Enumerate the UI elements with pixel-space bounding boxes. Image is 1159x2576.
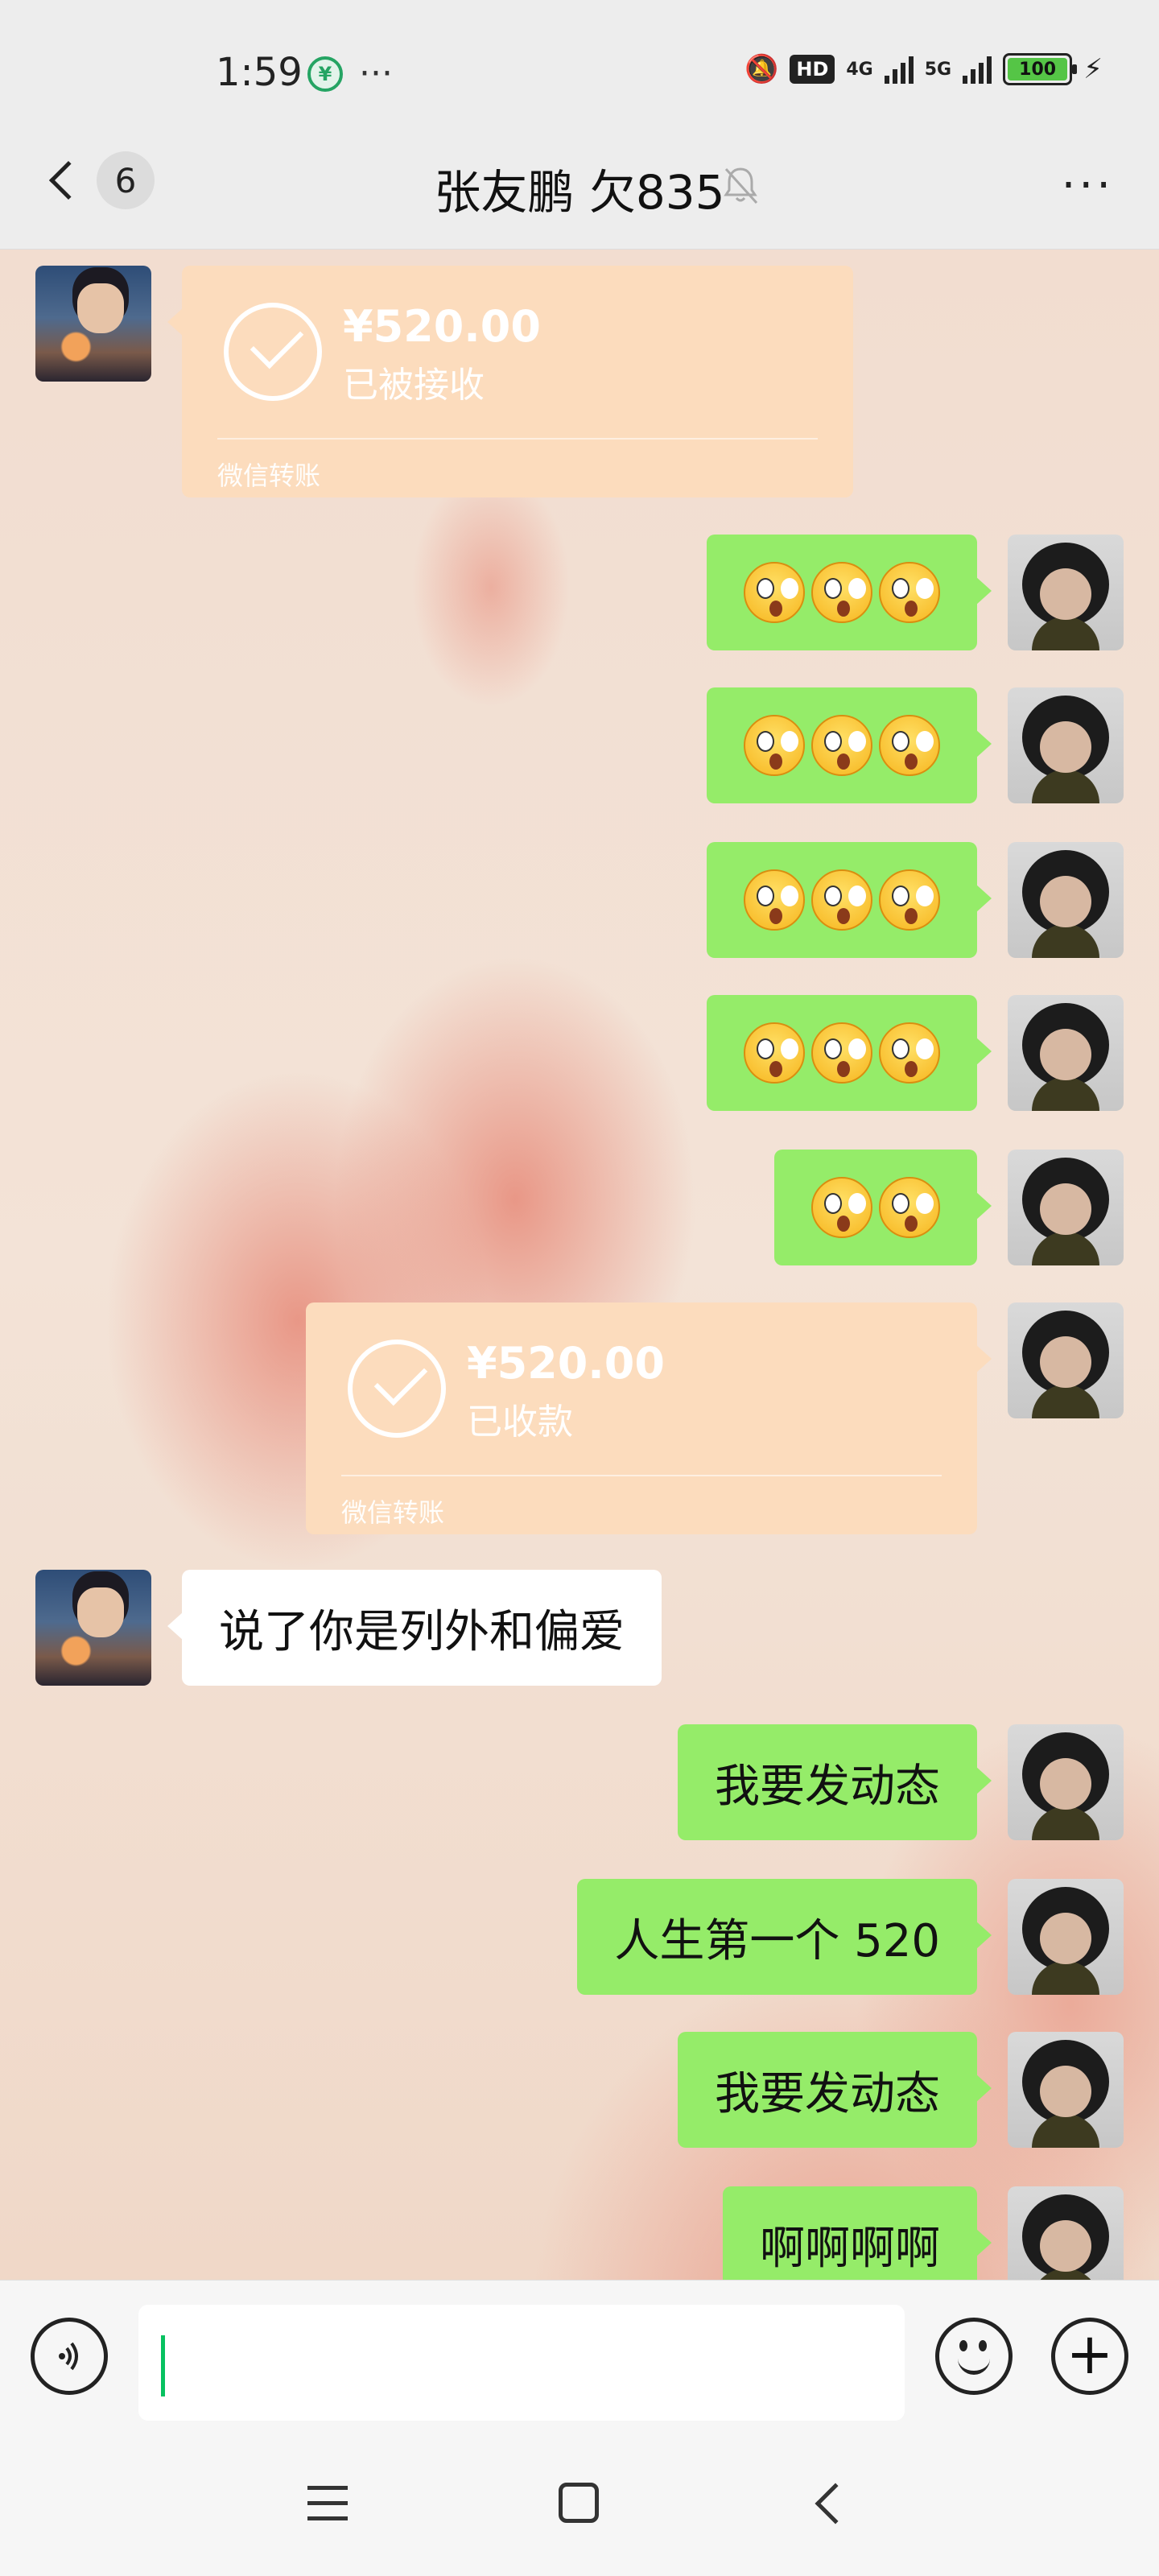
text-message-sent[interactable]: 啊啊啊啊 [723,2186,992,2280]
status-right-icons: 🔕 HD 4G 5G 100 ⚡ [744,53,1103,85]
transfer-divider [341,1475,942,1476]
emoji-message[interactable] [707,995,992,1111]
menu-icon[interactable] [307,2486,348,2521]
system-navigation-bar [0,2433,1159,2576]
my-avatar[interactable] [1008,1150,1124,1265]
shocked-face-icon [879,715,940,776]
my-avatar[interactable] [1008,842,1124,958]
transfer-divider [217,438,818,440]
shocked-face-icon [744,562,805,623]
more-options-button[interactable]: ··· [1062,159,1114,212]
network-4g-label: 4G [846,59,873,80]
check-circle-icon [224,303,322,401]
charging-icon: ⚡ [1083,53,1103,85]
transfer-amount: ¥520.00 [467,1338,665,1389]
text-message-sent[interactable]: 我要发动态 [678,1724,992,1840]
transfer-card-sent[interactable]: ¥520.00 已收款 微信转账 [306,1302,992,1534]
contact-avatar[interactable] [35,1570,151,1686]
signal-icon [884,55,914,84]
contact-avatar[interactable] [35,266,151,382]
shocked-face-icon [811,1177,872,1238]
emoji-message[interactable] [707,535,992,650]
shocked-face-icon [744,1022,805,1084]
transfer-card-received[interactable]: ¥520.00 已被接收 微信转账 [167,266,853,497]
my-avatar[interactable] [1008,687,1124,803]
text-caret [161,2335,165,2396]
shocked-face-icon [811,869,872,931]
shocked-face-icon [879,869,940,931]
more-functions-button[interactable]: + [1051,2318,1128,2395]
chat-title: 张友鹏 欠835 [434,165,725,220]
transfer-status: 已被接收 [343,365,485,406]
transfer-amount: ¥520.00 [343,301,541,352]
shocked-face-icon [879,1022,940,1084]
smiley-icon [953,2335,995,2377]
emoji-message[interactable] [707,842,992,958]
shocked-face-icon [811,562,872,623]
check-circle-icon [348,1340,446,1438]
status-time: 1:59 [216,50,303,95]
my-avatar[interactable] [1008,1724,1124,1840]
home-icon[interactable] [559,2483,599,2523]
message-input[interactable] [138,2305,905,2421]
hd-icon: HD [790,55,835,84]
shocked-face-icon [811,1022,872,1084]
transfer-status: 已收款 [467,1402,573,1443]
emoji-button[interactable] [935,2318,1013,2395]
muted-bell-icon [724,167,758,204]
battery-level: 100 [1008,58,1068,80]
transfer-label: 微信转账 [341,1497,445,1528]
shocked-face-icon [879,562,940,623]
shocked-face-icon [879,1177,940,1238]
input-bar: + [0,2280,1159,2433]
my-avatar[interactable] [1008,1879,1124,1995]
more-notifications-icon: ··· [359,53,393,94]
network-5g-label: 5G [924,59,952,80]
mute-vibrate-icon: 🔕 [744,53,779,85]
emoji-message[interactable] [774,1150,992,1265]
back-icon[interactable] [815,2483,856,2524]
my-avatar[interactable] [1008,535,1124,650]
shocked-face-icon [811,715,872,776]
my-avatar[interactable] [1008,2032,1124,2148]
emoji-message[interactable] [707,687,992,803]
my-avatar[interactable] [1008,1302,1124,1418]
chat-message-list[interactable]: ¥520.00 已被接收 微信转账 ¥520.00 已收款 微信转账 说了你是列… [0,250,1159,2280]
chat-header: 6 张友鹏 欠835 ··· [0,121,1159,250]
payment-app-icon: ¥ [307,56,343,92]
signal-icon-2 [963,55,992,84]
shocked-face-icon [744,869,805,931]
shocked-face-icon [744,715,805,776]
voice-icon [59,2342,78,2371]
transfer-label: 微信转账 [217,460,321,491]
text-message-sent[interactable]: 我要发动态 [678,2032,992,2148]
text-message-sent[interactable]: 人生第一个 520 [577,1879,992,1995]
my-avatar[interactable] [1008,2186,1124,2280]
text-message-received[interactable]: 说了你是列外和偏爱 [167,1570,662,1686]
plus-icon: + [1066,2321,1114,2387]
voice-input-button[interactable] [31,2318,108,2395]
battery-icon: 100 [1003,53,1078,85]
status-notification-icons: ¥ ··· [307,56,393,92]
my-avatar[interactable] [1008,995,1124,1111]
